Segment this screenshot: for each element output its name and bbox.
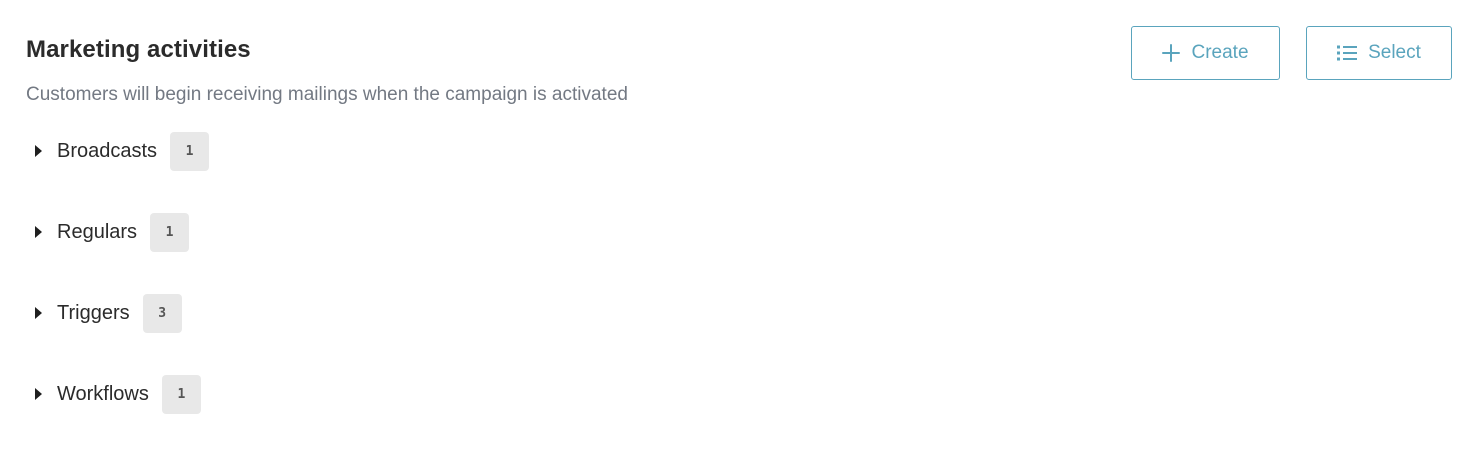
group-triggers[interactable]: Triggers 3 (30, 293, 182, 333)
group-broadcasts[interactable]: Broadcasts 1 (30, 131, 210, 171)
count-badge: 1 (150, 212, 190, 252)
select-button-label: Select (1368, 42, 1421, 63)
create-button-label: Create (1191, 42, 1249, 63)
plus-icon (1162, 44, 1181, 62)
count-badge: 1 (170, 131, 210, 171)
group-label: Triggers (57, 301, 130, 324)
page-subtitle: Customers will begin receiving mailings … (26, 84, 628, 105)
create-button[interactable]: Create (1131, 26, 1280, 80)
count-badge: 1 (161, 374, 201, 414)
caret-right-icon[interactable] (35, 145, 42, 157)
group-label: Workflows (57, 382, 149, 405)
list-icon (1337, 44, 1358, 62)
caret-right-icon[interactable] (35, 388, 42, 400)
caret-right-icon[interactable] (35, 307, 42, 319)
caret-right-icon[interactable] (35, 226, 42, 238)
select-button[interactable]: Select (1306, 26, 1452, 80)
group-label: Broadcasts (57, 139, 158, 162)
group-label: Regulars (57, 220, 138, 243)
group-regulars[interactable]: Regulars 1 (30, 212, 190, 252)
count-badge: 3 (142, 293, 182, 333)
page-title: Marketing activities (26, 36, 251, 63)
group-workflows[interactable]: Workflows 1 (30, 374, 201, 414)
